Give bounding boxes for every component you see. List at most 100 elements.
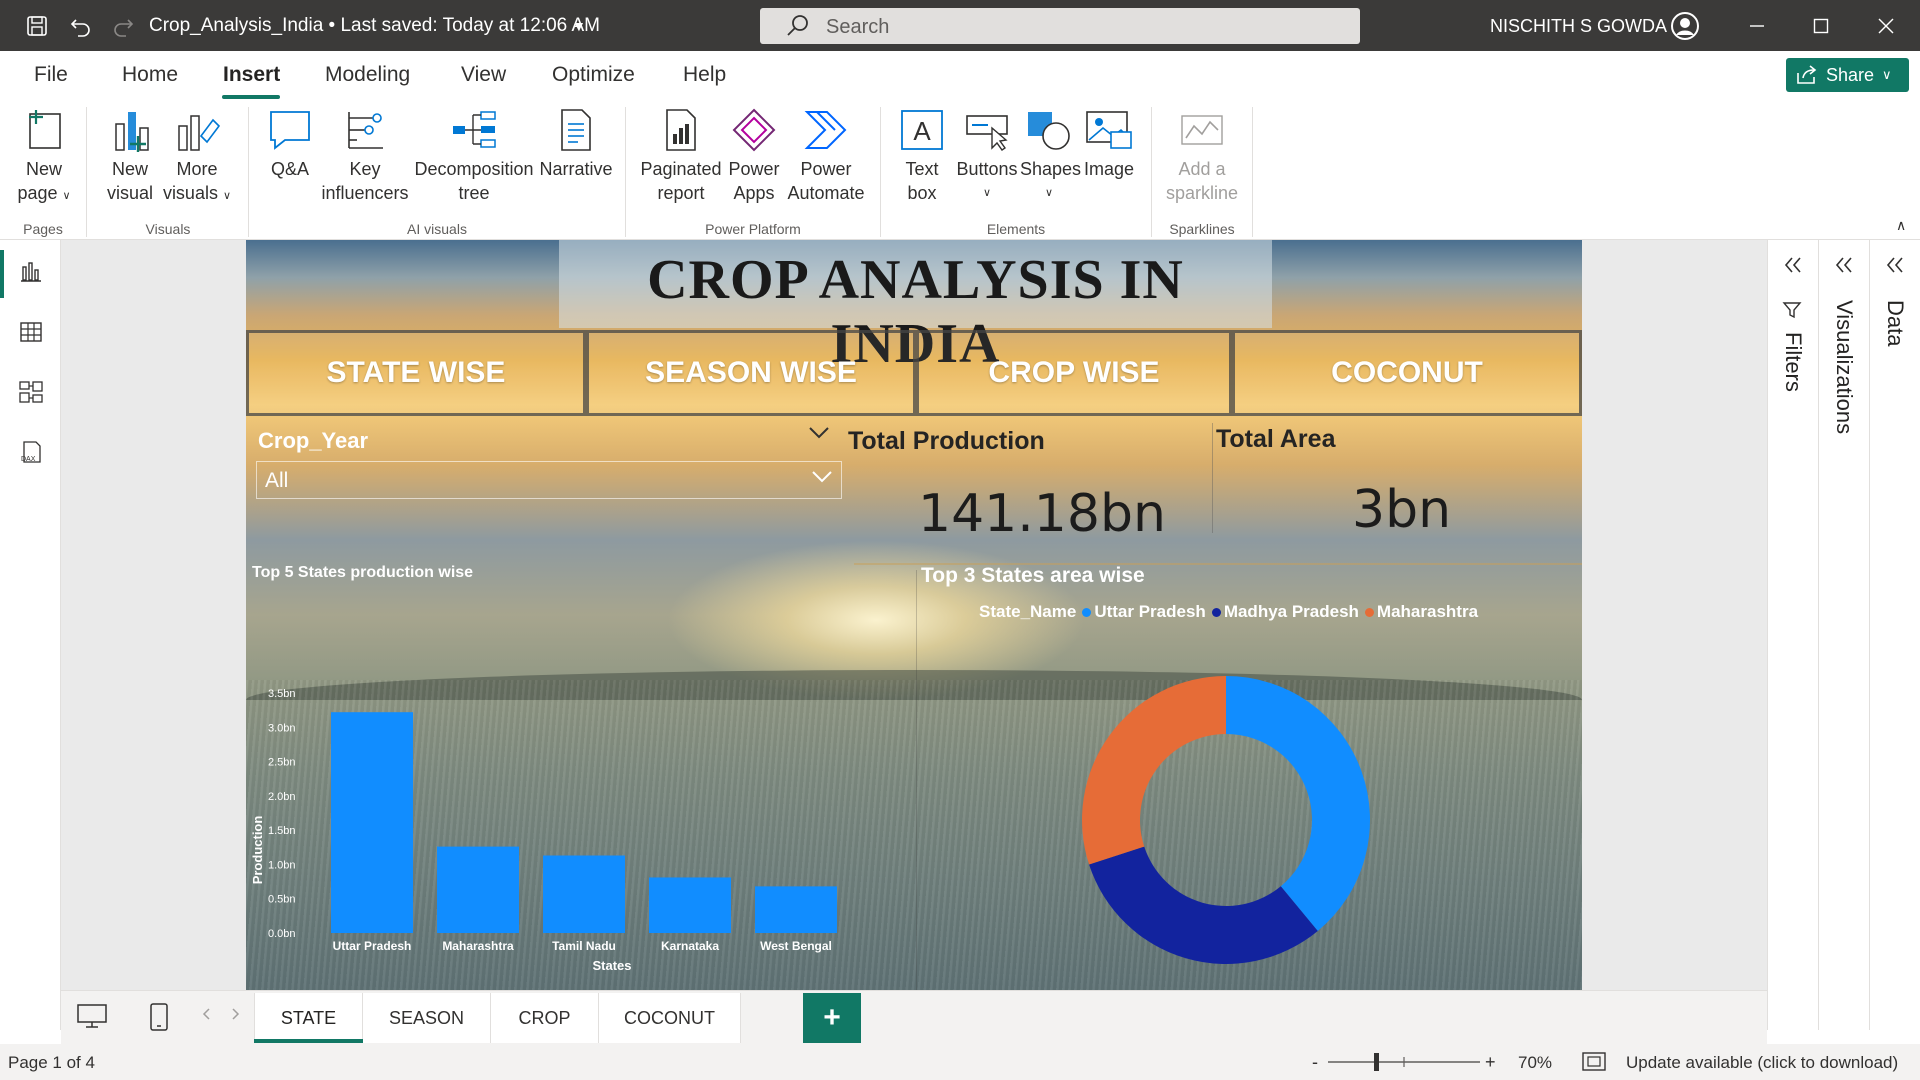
tab-insert[interactable]: Insert	[223, 63, 280, 87]
donut-chart-title: Top 3 States area wise	[921, 564, 1145, 587]
chevron-up-icon[interactable]: ∧	[1896, 217, 1906, 234]
search-input[interactable]: Search	[760, 8, 1360, 44]
status-bar: Page 1 of 4 - + 70% Update available (cl…	[0, 1044, 1920, 1080]
chevron-down-icon[interactable]: ▼	[572, 18, 586, 34]
y-tick-label: 2.5bn	[268, 757, 296, 769]
visualizations-pane[interactable]: Visualizations	[1818, 240, 1869, 1030]
state-wise-button[interactable]: STATE WISE	[246, 330, 586, 416]
mobile-layout-icon[interactable]	[149, 1003, 169, 1036]
chevrons-left-icon[interactable]	[1783, 256, 1803, 279]
donut-slice[interactable]	[1082, 676, 1226, 865]
legend-item[interactable]: Maharashtra	[1364, 602, 1478, 622]
coconut-button[interactable]: COCONUT	[1232, 330, 1582, 416]
new-visual-label-2: visual	[106, 183, 154, 203]
dax-query-view-icon[interactable]: DAX	[17, 438, 45, 466]
chevrons-left-icon[interactable]	[1885, 256, 1905, 279]
tab-file[interactable]: File	[34, 63, 68, 87]
data-pane[interactable]: Data	[1869, 240, 1920, 1030]
page-tab-crop[interactable]: CROP	[491, 993, 599, 1043]
maximize-icon[interactable]	[1808, 13, 1834, 39]
bar[interactable]	[331, 712, 413, 933]
desktop-layout-icon[interactable]	[77, 1003, 107, 1034]
tab-modeling[interactable]: Modeling	[325, 63, 410, 87]
model-view-icon[interactable]	[17, 378, 45, 406]
add-page-button[interactable]: +	[803, 993, 861, 1043]
filters-pane[interactable]: Filters	[1767, 240, 1818, 1030]
table-view-icon[interactable]	[17, 318, 45, 346]
paginated-report-button[interactable]: Paginated report	[638, 105, 724, 205]
image-button[interactable]: Image	[1080, 105, 1138, 181]
report-view-icon[interactable]	[17, 258, 45, 286]
bar[interactable]	[437, 846, 519, 933]
tab-view[interactable]: View	[461, 63, 506, 87]
more-visuals-button[interactable]: More visuals ∨	[162, 105, 232, 208]
chevron-down-icon: ∨	[62, 190, 71, 202]
chevron-right-icon[interactable]	[231, 1007, 241, 1026]
qa-button[interactable]: Q&A	[262, 105, 318, 181]
share-label: Share	[1826, 64, 1875, 85]
user-name[interactable]: NISCHITH S GOWDA	[1490, 16, 1667, 37]
new-visual-label-1: New	[111, 159, 148, 179]
key-influencers-icon	[341, 105, 389, 155]
document-title[interactable]: Crop_Analysis_India • Last saved: Today …	[149, 15, 600, 37]
redo-icon[interactable]	[110, 13, 136, 39]
narrative-button[interactable]: Narrative	[538, 105, 614, 181]
group-label-power-platform: Power Platform	[705, 221, 801, 237]
power-automate-label-2: Automate	[787, 183, 865, 203]
fit-to-page-icon[interactable]	[1582, 1051, 1606, 1078]
power-automate-button[interactable]: Power Automate	[784, 105, 868, 205]
avatar-icon[interactable]	[1670, 11, 1700, 46]
undo-icon[interactable]	[68, 13, 94, 39]
text-box-button[interactable]: A Text box	[894, 105, 950, 205]
chevron-down-icon: ∨	[982, 187, 992, 199]
legend-item[interactable]: Uttar Pradesh	[1082, 602, 1206, 622]
add-sparkline-label-1: Add a	[1178, 159, 1226, 179]
tab-optimize[interactable]: Optimize	[552, 63, 635, 87]
decomposition-tree-button[interactable]: Decomposition tree	[412, 105, 536, 205]
donut-slice[interactable]	[1226, 676, 1370, 931]
close-icon[interactable]	[1873, 13, 1899, 39]
power-apps-button[interactable]: Power Apps	[726, 105, 782, 205]
tab-help[interactable]: Help	[683, 63, 726, 87]
total-area-value: 3bn	[1352, 480, 1452, 540]
minimize-icon[interactable]	[1744, 13, 1770, 39]
x-tick-label: Karnataka	[661, 939, 719, 953]
page-tab-coconut[interactable]: COCONUT	[599, 993, 741, 1043]
new-page-button[interactable]: New page ∨	[10, 105, 78, 208]
crop-year-slicer-dropdown[interactable]: All	[256, 461, 842, 499]
page-indicator: Page 1 of 4	[8, 1053, 95, 1072]
shapes-button[interactable]: Shapes ∨	[1020, 105, 1081, 205]
right-panes: Filters Visualizations Data	[1767, 240, 1920, 1030]
new-visual-button[interactable]: New visual	[100, 105, 160, 205]
page-tab-state[interactable]: STATE	[254, 993, 363, 1043]
update-available-link[interactable]: Update available (click to download)	[1626, 1053, 1898, 1073]
add-sparkline-button[interactable]: Add a sparkline	[1162, 105, 1242, 205]
title-bar: Crop_Analysis_India • Last saved: Today …	[0, 0, 1920, 51]
season-wise-button[interactable]: SEASON WISE	[586, 330, 916, 416]
decomposition-tree-label-2: tree	[458, 183, 490, 203]
chevron-down-icon: ∨	[222, 190, 232, 202]
total-production-label: Total Production	[848, 427, 1045, 455]
chevron-down-icon	[811, 470, 833, 489]
svg-text:+: +	[1485, 1052, 1496, 1072]
chevron-left-icon[interactable]	[201, 1007, 211, 1026]
legend-item[interactable]: Madhya Pradesh	[1211, 602, 1359, 622]
share-button[interactable]: Share ∨	[1786, 58, 1909, 92]
zoom-slider[interactable]: - +	[1310, 1050, 1500, 1079]
svg-text:-: -	[1312, 1052, 1318, 1072]
chevrons-left-icon[interactable]	[1834, 256, 1854, 279]
paginated-report-label-2: report	[657, 183, 705, 203]
kpi-divider	[1212, 423, 1213, 533]
bar[interactable]	[755, 886, 837, 933]
donut-slice[interactable]	[1089, 846, 1318, 964]
bar[interactable]	[649, 877, 731, 933]
crop-wise-button[interactable]: CROP WISE	[916, 330, 1232, 416]
tab-home[interactable]: Home	[122, 63, 178, 87]
chevron-down-icon[interactable]	[808, 426, 830, 445]
save-icon[interactable]	[24, 13, 50, 39]
slicer-label: Crop_Year	[258, 428, 369, 453]
bar[interactable]	[543, 855, 625, 933]
page-tab-season[interactable]: SEASON	[363, 993, 491, 1043]
key-influencers-button[interactable]: Key influencers	[320, 105, 410, 205]
buttons-button[interactable]: Buttons ∨	[954, 105, 1020, 205]
